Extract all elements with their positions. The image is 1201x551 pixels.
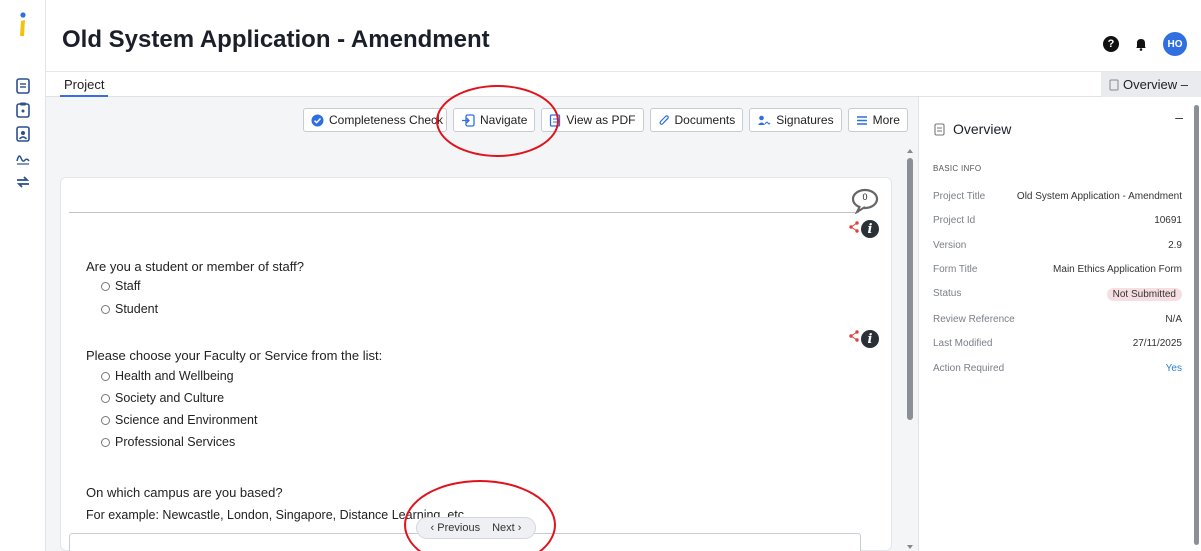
radio-button[interactable]: [101, 437, 110, 447]
section-label: BASIC INFO: [933, 164, 982, 173]
scroll-down-icon[interactable]: [906, 544, 914, 550]
share-icon[interactable]: [849, 330, 859, 342]
bell-icon[interactable]: [1133, 36, 1149, 52]
form-scrollbar[interactable]: [906, 148, 914, 551]
documents-button[interactable]: Documents: [649, 108, 744, 132]
signatures-button[interactable]: Signatures: [749, 108, 842, 132]
info-row-status: Status Not Submitted: [933, 288, 1182, 301]
scroll-up-icon[interactable]: [906, 148, 914, 154]
transfer-icon[interactable]: [13, 172, 33, 192]
question-staff-or-student: Are you a student or member of staff?: [86, 259, 304, 274]
info-icon[interactable]: i: [861, 220, 879, 238]
radio-professional-services[interactable]: Professional Services: [101, 435, 235, 449]
menu-icon: [856, 115, 867, 125]
left-rail: [0, 0, 46, 551]
radio-button[interactable]: [101, 371, 110, 381]
info-row-last-modified: Last Modified 27/11/2025: [933, 338, 1182, 349]
logo-icon[interactable]: [16, 12, 30, 38]
radio-button[interactable]: [101, 304, 110, 314]
share-icon[interactable]: [849, 221, 859, 233]
app-header: Old System Application - Amendment ? HO: [46, 0, 1201, 71]
more-button[interactable]: More: [847, 108, 908, 132]
document-icon[interactable]: [13, 76, 33, 96]
scrollbar-thumb[interactable]: [907, 158, 913, 420]
radio-society-and-culture[interactable]: Society and Culture: [101, 391, 224, 405]
info-row-version: Version 2.9: [933, 240, 1182, 251]
info-row-action-required: Action Required Yes: [933, 363, 1182, 374]
info-row-form-title: Form Title Main Ethics Application Form: [933, 264, 1182, 275]
scrollbar-thumb[interactable]: [1194, 105, 1199, 545]
minimize-button[interactable]: –: [1175, 109, 1183, 125]
document-icon: [1109, 79, 1119, 90]
clipboard-icon[interactable]: [13, 100, 33, 120]
radio-health-and-wellbeing[interactable]: Health and Wellbeing: [101, 369, 234, 383]
overview-title: Overview: [934, 121, 1011, 137]
panel-scrollbar[interactable]: [1194, 103, 1199, 545]
paperclip-icon: [659, 114, 669, 125]
overview-panel: Overview – BASIC INFO Project Title Old …: [918, 97, 1201, 551]
status-badge: Not Submitted: [1106, 288, 1182, 301]
radio-staff[interactable]: Staff: [101, 279, 140, 293]
comment-count: 0: [862, 192, 868, 202]
radio-button[interactable]: [101, 281, 110, 291]
info-row-project-id: Project Id 10691: [933, 215, 1182, 226]
info-row-project-title: Project Title Old System Application - A…: [933, 191, 1182, 202]
section-divider: [69, 212, 859, 213]
info-row-review-reference: Review Reference N/A: [933, 314, 1182, 325]
annotation-circle: [436, 85, 559, 157]
contact-icon[interactable]: [13, 124, 33, 144]
question-faculty: Please choose your Faculty or Service fr…: [86, 348, 383, 363]
action-toolbar: Completeness Check Navigate View as PDF …: [303, 108, 908, 132]
info-icon[interactable]: i: [861, 330, 879, 348]
avatar[interactable]: HO: [1163, 32, 1187, 56]
signature-icon[interactable]: [13, 148, 33, 168]
question-campus: On which campus are you based?: [86, 485, 283, 500]
radio-button[interactable]: [101, 393, 110, 403]
radio-student[interactable]: Student: [101, 302, 158, 316]
completeness-check-button[interactable]: Completeness Check: [303, 108, 447, 132]
check-circle-icon: [311, 114, 324, 126]
tab-project[interactable]: Project: [60, 72, 109, 97]
document-icon: [934, 122, 945, 136]
comment-icon[interactable]: 0: [851, 188, 879, 215]
page-title: Old System Application - Amendment: [62, 26, 490, 53]
signatures-icon: [758, 115, 771, 125]
radio-science-and-environment[interactable]: Science and Environment: [101, 413, 257, 427]
radio-button[interactable]: [101, 415, 110, 425]
action-required-link[interactable]: Yes: [1166, 363, 1182, 374]
tab-bar: Project Overview –: [46, 71, 1201, 97]
help-icon[interactable]: ?: [1103, 36, 1119, 52]
tab-overview[interactable]: Overview –: [1101, 72, 1201, 97]
tab-overview-label: Overview –: [1123, 77, 1189, 92]
